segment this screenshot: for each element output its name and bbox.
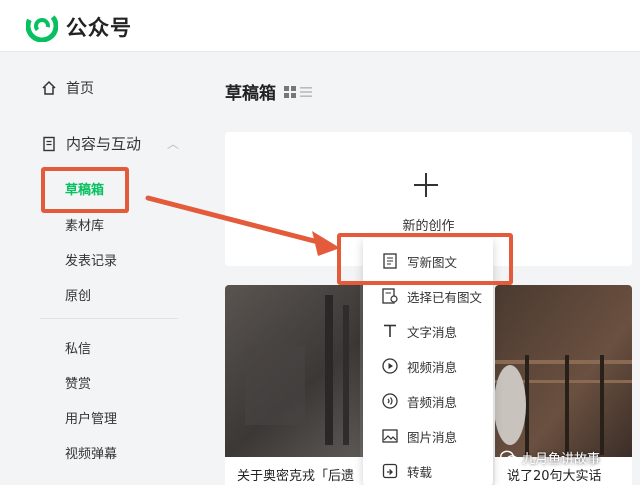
- wechat-mp-logo-icon[interactable]: [26, 10, 58, 42]
- menu-item-repost[interactable]: 转载: [363, 454, 493, 485]
- page-title-text: 草稿箱: [225, 84, 276, 104]
- plus-icon: [414, 173, 438, 197]
- article-cover-image: [495, 285, 632, 457]
- sidebar-divider: [40, 318, 178, 319]
- menu-item-label: 视频消息: [407, 359, 458, 375]
- sidebar-item-label: 首页: [66, 81, 94, 97]
- menu-item-audio-message[interactable]: 音频消息: [363, 384, 493, 418]
- new-creation-label: 新的创作: [402, 219, 455, 234]
- audio-icon: [381, 392, 399, 410]
- highlight-box-drafts: [41, 167, 129, 213]
- menu-item-label: 文字消息: [407, 324, 458, 340]
- grid-view-icon[interactable]: [284, 85, 296, 98]
- chevron-up-icon[interactable]: ︿: [167, 135, 179, 152]
- text-icon: [381, 322, 399, 340]
- sidebar-item-label: 内容与互动: [66, 135, 142, 153]
- sidebar-item-library[interactable]: 素材库: [65, 215, 104, 234]
- repost-icon: [381, 462, 399, 480]
- sidebar-item-publish-history[interactable]: 发表记录: [65, 250, 117, 269]
- article-caption: 说了20句大实话: [507, 469, 602, 484]
- menu-item-label: 音频消息: [407, 394, 458, 410]
- home-icon: [40, 79, 58, 97]
- menu-item-text-message[interactable]: 文字消息: [363, 314, 493, 348]
- menu-item-image-message[interactable]: 图片消息: [363, 419, 493, 453]
- document-select-icon: [381, 287, 399, 305]
- sidebar-item-home[interactable]: 首页: [40, 78, 94, 98]
- menu-item-label: 图片消息: [407, 429, 458, 445]
- menu-item-label: 选择已有图文: [407, 289, 483, 305]
- sidebar-item-user-management[interactable]: 用户管理: [65, 408, 117, 427]
- menu-item-video-message[interactable]: 视频消息: [363, 349, 493, 383]
- play-icon: [381, 357, 399, 375]
- sidebar-item-original[interactable]: 原创: [65, 285, 91, 304]
- document-icon: [40, 135, 58, 153]
- wechat-icon: [500, 450, 518, 465]
- highlight-box-new-article: [337, 233, 513, 285]
- article-caption: 关于奥密克戎「后遗: [237, 469, 355, 484]
- page-title: 草稿箱: [225, 79, 312, 104]
- watermark: 九月鱼讲故事: [500, 448, 600, 467]
- sidebar-item-video-danmaku[interactable]: 视频弹幕: [65, 443, 117, 462]
- sidebar-item-rewards[interactable]: 赞赏: [65, 373, 91, 392]
- image-icon: [381, 427, 399, 445]
- sidebar-item-content[interactable]: 内容与互动 ︿: [40, 133, 179, 154]
- sidebar-item-messages[interactable]: 私信: [65, 338, 91, 357]
- brand-title: 公众号: [66, 16, 132, 40]
- top-bar: 公众号: [0, 0, 640, 52]
- watermark-text: 九月鱼讲故事: [522, 452, 601, 467]
- menu-item-label: 转载: [407, 464, 433, 480]
- list-view-icon[interactable]: [300, 86, 312, 98]
